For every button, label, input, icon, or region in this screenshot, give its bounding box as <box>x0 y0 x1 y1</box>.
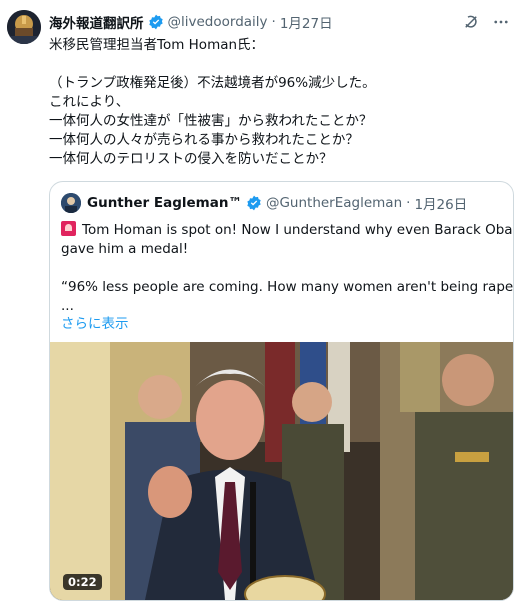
post-text-line: これにより、 <box>49 94 130 110</box>
post-text-line: 米移民管理担当者Tom Homan氏： <box>49 37 265 53</box>
quoted-post-text: Tom Homan is spot on! Now I understand w… <box>61 221 514 316</box>
quoted-author-handle[interactable]: @GuntherEagleman <box>266 195 402 211</box>
quoted-text-line: gave him a medal! <box>61 241 189 257</box>
quoted-text-line: “96% less people are coming. How many wo… <box>61 279 514 295</box>
post-date[interactable]: 1月27日 <box>280 12 333 32</box>
post-text: 米移民管理担当者Tom Homan氏： （トランプ政権発足後）不法越境者が96%… <box>49 36 511 169</box>
post-text-line: （トランプ政権発足後）不法越境者が96%減少した。 <box>49 75 376 91</box>
grok-icon[interactable] <box>461 12 481 32</box>
verified-badge-icon <box>246 195 262 211</box>
quoted-text-line <box>61 259 506 278</box>
video-player[interactable]: 0:22 <box>50 342 513 600</box>
author-avatar[interactable] <box>7 10 41 44</box>
more-options-icon[interactable] <box>491 12 511 32</box>
separator: · <box>406 195 411 211</box>
verified-badge-icon <box>148 14 164 30</box>
post-text-line: 一体何人の人々が売られる事から救われたことか？ <box>49 132 359 148</box>
post-text-line: 一体何人の女性達が「性被害」から救われたことか？ <box>49 113 373 129</box>
post-text-line: 一体何人のテロリストの侵入を防いだことか？ <box>49 151 333 167</box>
quoted-post-date[interactable]: 1月26日 <box>414 193 467 213</box>
author-handle[interactable]: @livedoordaily <box>168 14 268 30</box>
post: 海外報道翻訳所 @livedoordaily · 1月27日 米移民管理担当者T… <box>0 0 521 606</box>
post-header: 海外報道翻訳所 @livedoordaily · 1月27日 <box>49 12 333 32</box>
post-actions-top <box>461 12 511 32</box>
quoted-post[interactable]: Gunther Eagleman™ @GuntherEagleman · 1月2… <box>49 181 514 601</box>
quoted-post-header: Gunther Eagleman™ @GuntherEagleman · 1月2… <box>61 193 467 213</box>
video-duration: 0:22 <box>63 574 102 590</box>
author-name[interactable]: 海外報道翻訳所 <box>49 12 144 32</box>
quoted-author-avatar[interactable] <box>61 193 81 213</box>
quoted-author-name[interactable]: Gunther Eagleman™ <box>87 195 242 211</box>
post-text-line <box>49 55 511 74</box>
show-more-link[interactable]: さらに表示 <box>61 312 129 332</box>
quoted-text-line: Tom Homan is spot on! Now I understand w… <box>61 221 513 240</box>
separator: · <box>271 14 276 30</box>
video-frame <box>50 342 513 600</box>
quoted-text-line-content: Tom Homan is spot on! Now I understand w… <box>82 222 514 238</box>
rotating-light-icon <box>61 221 76 236</box>
